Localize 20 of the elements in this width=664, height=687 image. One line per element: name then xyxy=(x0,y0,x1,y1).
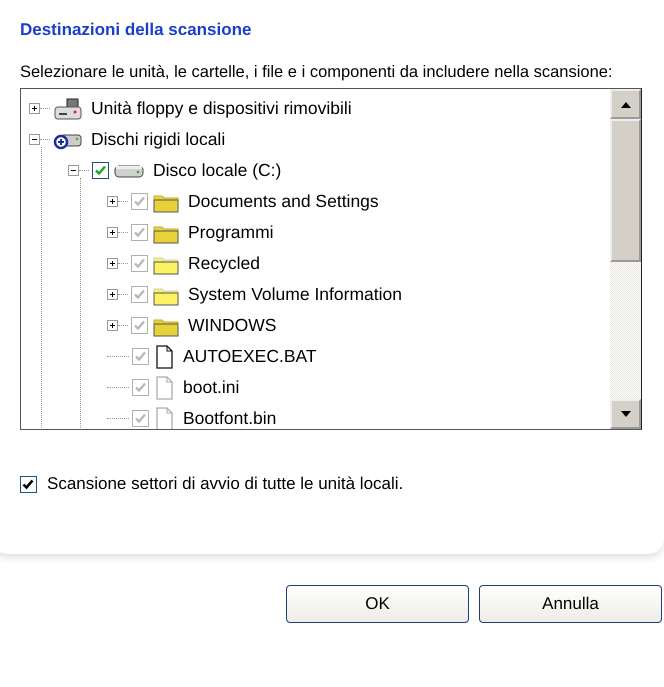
expand-icon[interactable] xyxy=(29,103,40,114)
checkbox[interactable] xyxy=(20,476,37,492)
down-arrow-icon xyxy=(620,410,632,418)
dialog-button[interactable]: Annulla xyxy=(479,585,662,623)
tree-item[interactable]: Unità floppy e dispositivi rimovibili xyxy=(89,97,354,120)
checkbox-label[interactable]: Scansione settori di avvio di tutte le unità locali. xyxy=(47,474,404,494)
scrollbar-thumb[interactable] xyxy=(610,119,641,262)
removable-drive-icon xyxy=(53,98,83,120)
collapse-icon[interactable] xyxy=(68,165,79,176)
tree-item[interactable]: Dischi rigidi locali xyxy=(89,128,228,151)
dialog-button[interactable]: OK xyxy=(286,585,469,623)
section-heading: Destinazioni della scansione xyxy=(20,20,252,40)
scrollbar[interactable] xyxy=(610,89,641,429)
tree-item[interactable]: Disco locale (C:) xyxy=(151,159,284,182)
scroll-up-button[interactable] xyxy=(610,89,641,119)
instruction-text: Selezionare le unità, le cartelle, i file e i componenti da includere nella scansione: xyxy=(20,62,614,82)
scroll-down-button[interactable] xyxy=(610,399,641,429)
collapse-icon[interactable] xyxy=(29,134,40,145)
checkbox[interactable] xyxy=(92,162,109,179)
up-arrow-icon xyxy=(620,100,632,108)
